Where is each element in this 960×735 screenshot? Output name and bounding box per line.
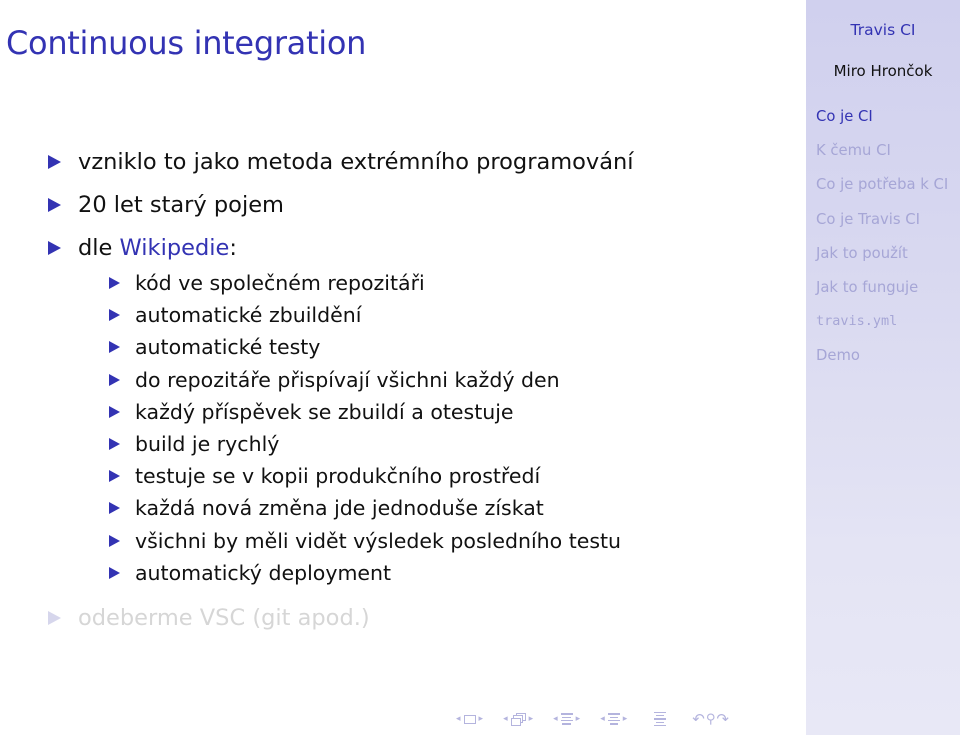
list-item: vzniklo to jako metoda extrémního progra… bbox=[48, 140, 634, 183]
bullet-triangle-icon bbox=[109, 438, 120, 451]
list-item-text: odeberme VSC (git apod.) bbox=[78, 605, 370, 632]
bullet-triangle-icon bbox=[109, 373, 120, 386]
bullet-triangle-icon bbox=[109, 341, 120, 354]
sidebar-item-k-cemu-ci[interactable]: K čemu CI bbox=[816, 142, 948, 176]
slide-content: Continuous integration vzniklo to jako m… bbox=[0, 0, 806, 735]
bullet-triangle-icon bbox=[109, 405, 120, 418]
bullet-triangle-icon bbox=[48, 154, 61, 169]
nav-left-arrow-icon[interactable]: ◂ bbox=[600, 714, 605, 724]
subsection-icon[interactable] bbox=[560, 713, 573, 725]
nav-right-arrow-icon[interactable]: ▸ bbox=[479, 714, 484, 724]
sidebar-item-demo[interactable]: Demo bbox=[816, 347, 948, 381]
nav-tools-group: ↶ ⚲ ↷ bbox=[692, 711, 729, 727]
sub-bullet-list: kód ve společném repozitáři automatické … bbox=[109, 267, 634, 589]
sidebar-item-co-je-travis[interactable]: Co je Travis CI bbox=[816, 211, 948, 245]
sub-list-item-text: do repozitáře přispívají všichni každý d… bbox=[135, 367, 560, 392]
sidebar-item-co-je-potreba[interactable]: Co je potřeba k CI bbox=[816, 176, 948, 210]
sub-list-item-text: každá nová změna jde jednoduše získat bbox=[135, 496, 544, 521]
bullet-triangle-icon bbox=[48, 197, 61, 212]
sub-list-item: automatické zbuildění bbox=[109, 299, 634, 331]
nav-right-arrow-icon[interactable]: ▸ bbox=[623, 714, 628, 724]
sub-list-item-text: automatický deployment bbox=[135, 560, 392, 585]
nav-slide-group: ◂ ▸ bbox=[453, 714, 486, 724]
sub-list-item: každý příspěvek se zbuildí a otestuje bbox=[109, 396, 634, 428]
bullet-list: vzniklo to jako metoda extrémního progra… bbox=[48, 140, 634, 640]
bullet-triangle-icon bbox=[48, 240, 61, 255]
nav-right-arrow-icon[interactable]: ▸ bbox=[529, 714, 534, 724]
presentation-title[interactable]: Travis CI bbox=[806, 21, 960, 39]
slide-title: Continuous integration bbox=[6, 24, 367, 62]
nav-left-arrow-icon[interactable]: ◂ bbox=[503, 714, 508, 724]
sub-list-item: každá nová změna jde jednoduše získat bbox=[109, 492, 634, 524]
sidebar-item-jak-to-funguje[interactable]: Jak to funguje bbox=[816, 279, 948, 313]
sidebar-item-jak-to-pouzit[interactable]: Jak to použít bbox=[816, 245, 948, 279]
list-item-suffix: : bbox=[229, 234, 237, 261]
sidebar: Travis CI Miro Hrončok Co je CI K čemu C… bbox=[806, 0, 960, 735]
search-icon[interactable]: ⚲ bbox=[706, 713, 716, 726]
bullet-triangle-icon bbox=[109, 502, 120, 515]
document-icon[interactable] bbox=[654, 711, 667, 727]
nav-right-arrow-icon[interactable]: ▸ bbox=[576, 714, 581, 724]
beamer-navigation-bar: ◂ ▸ ◂ ▸ ◂ ▸ ◂ ▸ ↶ ⚲ ↷ bbox=[453, 708, 743, 730]
nav-left-arrow-icon[interactable]: ◂ bbox=[456, 714, 461, 724]
frame-icon[interactable] bbox=[510, 712, 526, 726]
sub-list-item-text: všichni by měli vidět výsledek posledníh… bbox=[135, 528, 622, 553]
nav-subsection-group: ◂ ▸ bbox=[550, 713, 583, 725]
bullet-triangle-icon bbox=[109, 277, 120, 290]
list-item-prefix: dle bbox=[78, 234, 120, 261]
list-item-dimmed: odeberme VSC (git apod.) bbox=[48, 597, 634, 640]
sub-list-item-text: kód ve společném repozitáři bbox=[135, 271, 425, 296]
bullet-triangle-icon bbox=[109, 470, 120, 483]
sub-list-item: do repozitáře přispívají všichni každý d… bbox=[109, 364, 634, 396]
sub-list-item: automatický deployment bbox=[109, 557, 634, 589]
sub-list-item: všichni by měli vidět výsledek posledníh… bbox=[109, 525, 634, 557]
list-item-text: 20 let starý pojem bbox=[78, 191, 284, 218]
nav-document-group bbox=[654, 711, 667, 727]
sub-list-item-text: testuje se v kopii produkčního prostředí bbox=[135, 464, 541, 489]
section-icon[interactable] bbox=[607, 713, 620, 725]
sidebar-item-co-je-ci[interactable]: Co je CI bbox=[816, 108, 948, 142]
bullet-triangle-icon bbox=[109, 566, 120, 579]
sidebar-item-travis-yml[interactable]: travis.yml bbox=[816, 313, 948, 347]
sub-list-item: automatické testy bbox=[109, 331, 634, 363]
bullet-triangle-icon bbox=[109, 534, 120, 547]
sub-list-item-text: build je rychlý bbox=[135, 432, 280, 457]
sub-list-item-text: automatické testy bbox=[135, 335, 321, 360]
sub-list-item: testuje se v kopii produkčního prostředí bbox=[109, 460, 634, 492]
sub-list-item-text: každý příspěvek se zbuildí a otestuje bbox=[135, 399, 514, 424]
forward-icon[interactable]: ↷ bbox=[716, 711, 729, 727]
list-item: 20 let starý pojem bbox=[48, 183, 634, 226]
slide-icon[interactable] bbox=[463, 714, 476, 724]
sub-list-item: kód ve společném repozitáři bbox=[109, 267, 634, 299]
list-item-text: vzniklo to jako metoda extrémního progra… bbox=[78, 148, 634, 175]
presentation-author: Miro Hrončok bbox=[833, 62, 933, 80]
back-icon[interactable]: ↶ bbox=[692, 711, 705, 727]
list-item: dle Wikipedie: bbox=[48, 226, 634, 269]
nav-section-group: ◂ ▸ bbox=[597, 713, 630, 725]
bullet-triangle-icon bbox=[109, 309, 120, 322]
nav-left-arrow-icon[interactable]: ◂ bbox=[553, 714, 558, 724]
bullet-triangle-icon bbox=[48, 611, 61, 626]
wikipedia-link[interactable]: Wikipedie bbox=[120, 235, 230, 261]
section-nav: Co je CI K čemu CI Co je potřeba k CI Co… bbox=[816, 108, 948, 382]
nav-frame-group: ◂ ▸ bbox=[500, 712, 536, 726]
sub-list-item: build je rychlý bbox=[109, 428, 634, 460]
sub-list-item-text: automatické zbuildění bbox=[135, 303, 362, 328]
